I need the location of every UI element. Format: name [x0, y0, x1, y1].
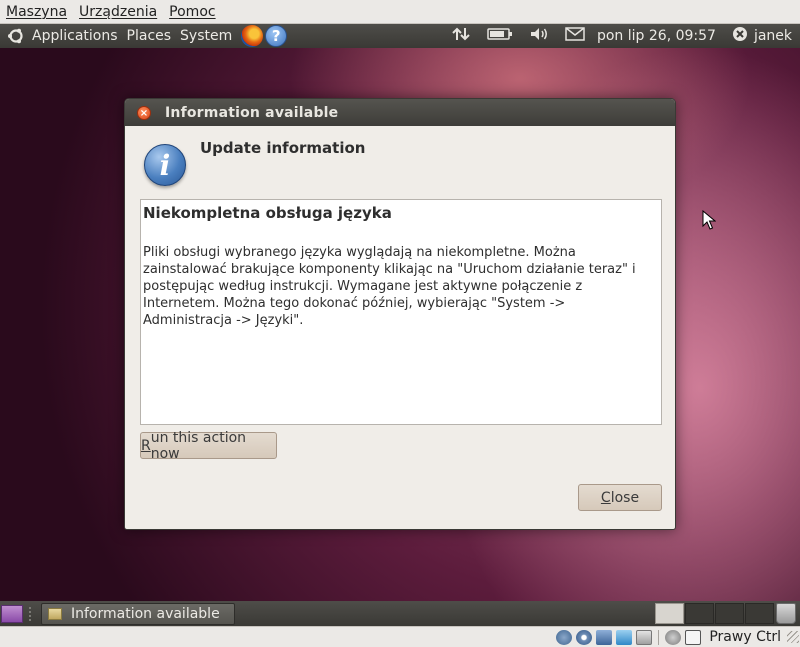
ubuntu-logo-icon[interactable] — [6, 26, 26, 46]
mouse-integration-icon[interactable] — [665, 629, 682, 645]
usb-icon[interactable] — [636, 629, 653, 645]
session-icon[interactable] — [732, 26, 748, 46]
mail-icon[interactable] — [565, 27, 585, 45]
taskbar-button-information[interactable]: Information available — [41, 602, 235, 625]
menu-applications[interactable]: Applications — [32, 28, 118, 44]
taskbar-label: Information available — [71, 605, 220, 622]
top-panel: Applications Places System ? pon lip 26,… — [0, 24, 800, 48]
cd-icon[interactable] — [576, 629, 593, 645]
vbox-statusbar: Prawy Ctrl — [0, 626, 800, 647]
workspace-switcher — [655, 603, 775, 624]
show-desktop-icon[interactable] — [1, 604, 23, 623]
info-icon: i — [144, 144, 186, 186]
keyboard-capture-icon[interactable] — [685, 629, 702, 645]
system-tray: pon lip 26, 09:57 janek — [443, 24, 800, 48]
bottom-panel: Information available — [0, 601, 800, 626]
window-app-icon — [48, 607, 62, 620]
close-label: lose — [610, 489, 640, 506]
panel-handle[interactable] — [29, 606, 35, 621]
help-icon[interactable]: ? — [265, 25, 288, 47]
menu-urzadzenia[interactable]: Urządzenia — [79, 4, 157, 20]
menu-system[interactable]: System — [180, 28, 232, 44]
dialog-header: Update information — [200, 139, 366, 157]
information-dialog: × Information available i Update informa… — [124, 98, 676, 530]
vbox-menubar: Maszyna Urządzenia Pomoc — [0, 0, 800, 24]
close-icon[interactable]: × — [137, 105, 151, 120]
workspace-2[interactable] — [685, 603, 714, 624]
close-button[interactable]: Close — [578, 484, 662, 511]
status-separator — [658, 629, 660, 645]
message-box: Niekompletna obsługa języka Pliki obsług… — [140, 199, 662, 425]
workspace-3[interactable] — [715, 603, 744, 624]
hdd-icon[interactable] — [556, 629, 573, 645]
dialog-title: Information available — [165, 104, 339, 121]
firefox-icon[interactable] — [241, 25, 264, 47]
user-name[interactable]: janek — [754, 28, 792, 44]
menu-pomoc[interactable]: Pomoc — [169, 4, 215, 20]
shared-folder-icon[interactable] — [616, 629, 633, 645]
close-mnemonic: C — [600, 489, 611, 506]
run-action-mnemonic: R — [141, 437, 151, 454]
host-key-label: Prawy Ctrl — [709, 629, 781, 645]
trash-icon[interactable] — [776, 603, 796, 624]
run-action-button[interactable]: Run this action now — [140, 429, 277, 462]
network-updown-icon[interactable] — [451, 26, 471, 46]
menu-maszyna[interactable]: Maszyna — [6, 4, 67, 20]
dialog-titlebar[interactable]: × Information available — [125, 99, 675, 126]
run-action-label: un this action now — [150, 429, 247, 462]
message-body: Pliki obsługi wybranego języka wyglądają… — [143, 245, 636, 328]
volume-icon[interactable] — [529, 26, 549, 46]
mouse-pointer-icon — [702, 210, 716, 230]
menu-places[interactable]: Places — [127, 28, 172, 44]
message-heading: Niekompletna obsługa języka — [143, 204, 392, 222]
battery-icon[interactable] — [487, 27, 513, 45]
network-icon[interactable] — [596, 629, 613, 645]
workspace-1[interactable] — [655, 603, 684, 624]
workspace-4[interactable] — [745, 603, 774, 624]
clock[interactable]: pon lip 26, 09:57 — [597, 28, 716, 44]
resize-grip[interactable] — [787, 631, 799, 643]
